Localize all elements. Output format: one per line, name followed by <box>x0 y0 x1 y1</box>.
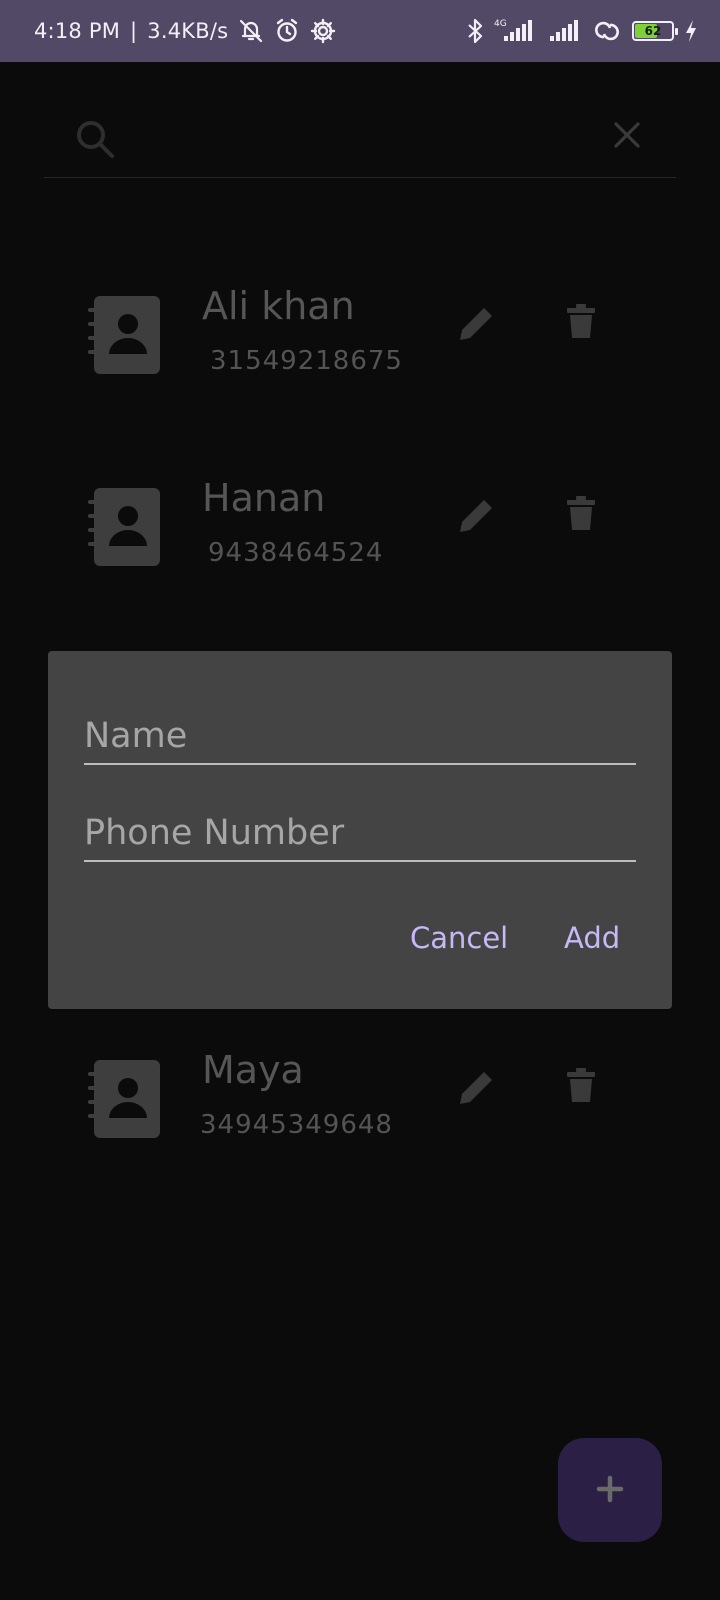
phone-field[interactable] <box>84 806 636 860</box>
list-item[interactable]: Ali khan 31549218675 <box>0 284 720 414</box>
charging-icon <box>684 19 698 43</box>
cancel-button[interactable]: Cancel <box>410 921 508 955</box>
list-item[interactable]: Hanan 9438464524 <box>0 476 720 606</box>
close-icon[interactable] <box>612 120 642 154</box>
contact-phone: 34945349648 <box>200 1110 393 1140</box>
hotspot-icon <box>592 18 622 44</box>
search-bar <box>44 100 676 178</box>
bluetooth-icon <box>466 17 484 45</box>
plus-icon <box>596 1475 624 1506</box>
mute-icon <box>238 18 264 44</box>
signal-icon: 4G <box>494 17 538 45</box>
pencil-icon[interactable] <box>456 496 496 540</box>
status-time: 4:18 PM <box>34 19 121 43</box>
list-item[interactable]: Maya 34945349648 <box>0 1048 720 1178</box>
contact-name: Ali khan <box>202 284 355 328</box>
signal-icon-2 <box>548 17 582 45</box>
trash-icon[interactable] <box>566 496 596 536</box>
search-input[interactable] <box>124 118 584 158</box>
contact-book-icon <box>86 1060 162 1144</box>
add-contact-button[interactable] <box>558 1438 662 1542</box>
trash-icon[interactable] <box>566 304 596 344</box>
status-separator: | <box>130 19 138 43</box>
phone-field-container <box>84 806 636 862</box>
contact-name: Maya <box>202 1048 304 1092</box>
status-net-speed: 3.4KB/s <box>147 19 229 43</box>
status-bar-right: 4G 62 <box>466 17 698 45</box>
contact-name: Hanan <box>202 476 326 520</box>
network-type-label: 4G <box>494 19 507 29</box>
alarm-icon <box>274 18 300 44</box>
pencil-icon[interactable] <box>456 304 496 348</box>
search-icon[interactable] <box>74 118 116 164</box>
contact-phone: 9438464524 <box>208 538 384 568</box>
contact-book-icon <box>86 488 162 572</box>
name-field[interactable] <box>84 709 636 763</box>
battery-level: 62 <box>644 24 662 38</box>
settings-icon <box>310 18 336 44</box>
status-bar-left: 4:18 PM | 3.4KB/s <box>34 18 336 44</box>
battery-icon: 62 <box>632 21 678 41</box>
add-button[interactable]: Add <box>564 921 620 955</box>
contact-phone: 31549218675 <box>210 346 403 376</box>
contact-book-icon <box>86 296 162 380</box>
name-field-container <box>84 709 636 765</box>
add-contact-dialog: Cancel Add <box>48 651 672 1009</box>
trash-icon[interactable] <box>566 1068 596 1108</box>
battery-tip <box>675 28 678 35</box>
status-bar: 4:18 PM | 3.4KB/s 4G 62 <box>0 0 720 62</box>
pencil-icon[interactable] <box>456 1068 496 1112</box>
